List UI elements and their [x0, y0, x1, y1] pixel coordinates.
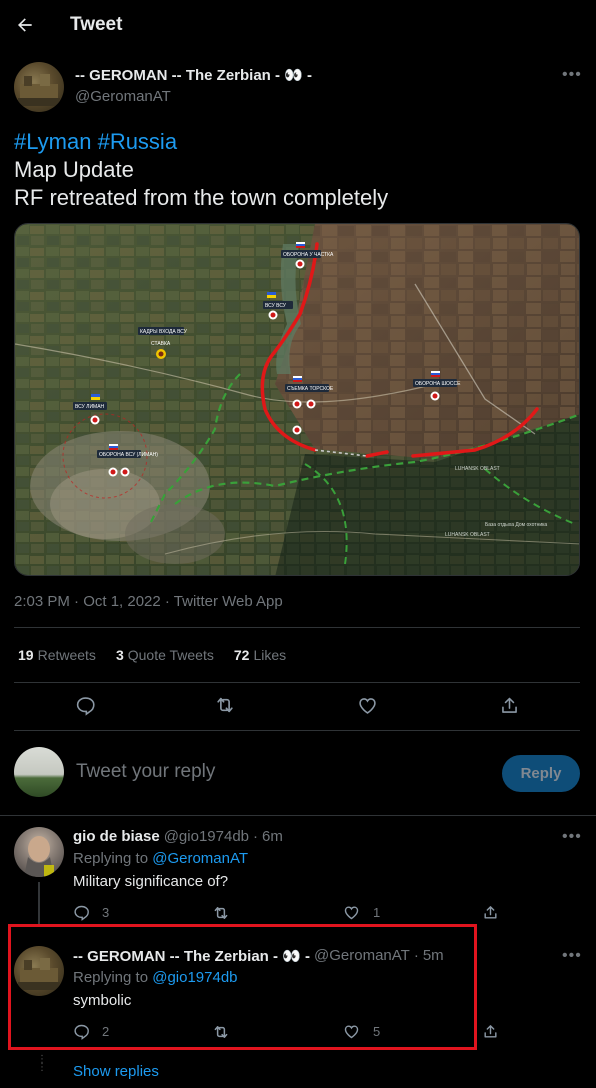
tweet-stats: 19 Retweets 3 Quote Tweets 72 Likes: [18, 647, 286, 663]
replying-prefix: Replying to: [73, 850, 149, 867]
eyes-emoji: 👀: [284, 67, 303, 84]
reply-time[interactable]: 6m: [262, 828, 283, 845]
thread-dots: ⋮ ⋮: [37, 1054, 47, 1073]
author-name[interactable]: -- GEROMAN -- The Zerbian - 👀 -: [75, 66, 312, 84]
share-icon: [484, 906, 497, 919]
retweets-stat[interactable]: 19 Retweets: [18, 647, 96, 663]
share-action[interactable]: [482, 904, 499, 926]
replying-to-line: Replying to @GeromanAT: [73, 850, 248, 867]
author-avatar[interactable]: [14, 62, 64, 112]
divider: [14, 682, 580, 683]
reply-action[interactable]: [72, 692, 98, 718]
reply-text: Military significance of?: [73, 873, 229, 890]
more-options-icon[interactable]: •••: [562, 947, 582, 965]
hashtag-lyman[interactable]: #Lyman: [14, 129, 91, 154]
page-title: Tweet: [70, 14, 123, 35]
current-user-avatar[interactable]: [14, 747, 64, 797]
reply-action[interactable]: 3: [73, 904, 109, 921]
share-icon: [501, 697, 517, 713]
reply-count: 3: [102, 905, 110, 920]
author-handle[interactable]: @GeromanAT: [75, 88, 171, 105]
reply-icon: [74, 905, 89, 921]
map-label-camera: СЪЕМКА ТОРСКОЕ: [287, 386, 334, 392]
reply-input[interactable]: Tweet your reply: [76, 761, 215, 783]
share-icon: [484, 1025, 497, 1038]
tweet-line-2: Map Update: [14, 157, 134, 182]
map-label-vsu: ВСУ ВСУ: [265, 303, 287, 309]
share-action[interactable]: [482, 1023, 499, 1045]
likes-stat[interactable]: 72 Likes: [234, 647, 286, 663]
reply-button[interactable]: Reply: [502, 755, 580, 792]
share-action[interactable]: [496, 692, 522, 718]
map-label-exit: КАДРЫ ВХОДА ВСУ: [140, 329, 188, 335]
divider: [0, 815, 596, 816]
retweet-action[interactable]: [212, 692, 238, 718]
reply-header: gio de biase @gio1974db · 6m: [73, 828, 283, 845]
highlight-annotation-box: [8, 924, 477, 1050]
tweet-map-image[interactable]: ОБОРОНА У ЧАСТКА КАДРЫ ВХОДА ВСУ СТАВКА …: [14, 223, 580, 576]
like-count: 1: [373, 905, 381, 920]
back-button[interactable]: [12, 10, 38, 40]
more-options-icon[interactable]: •••: [562, 828, 582, 846]
hashtag-russia[interactable]: #Russia: [98, 129, 177, 154]
header-bar: Tweet: [0, 0, 596, 52]
heart-icon: [358, 697, 376, 714]
arrow-left-icon: [18, 18, 32, 32]
map-label-luhansk-1: LUHANSK OBLAST: [455, 466, 500, 472]
show-replies-link[interactable]: Show replies: [73, 1063, 159, 1080]
map-label-stavka: СТАВКА: [151, 341, 171, 347]
reply-author-handle[interactable]: @gio1974db: [164, 828, 249, 845]
tweet-line-3: RF retreated from the town completely: [14, 185, 389, 210]
retweet-icon: [217, 697, 233, 713]
divider: [14, 627, 580, 628]
heart-icon: [344, 906, 359, 920]
map-label-defense-highway: ОБОРОНА ШОССЕ: [415, 381, 461, 387]
reply-icon: [76, 696, 95, 716]
more-options-icon[interactable]: •••: [562, 66, 582, 84]
reply-avatar[interactable]: [14, 827, 64, 877]
replying-to-handle[interactable]: @GeromanAT: [152, 850, 248, 867]
author-name-suffix: -: [307, 67, 313, 84]
like-action[interactable]: 1: [343, 904, 380, 921]
quote-tweets-stat[interactable]: 3 Quote Tweets: [116, 647, 214, 663]
divider: [14, 730, 580, 731]
map-label-defense-north: ОБОРОНА У ЧАСТКА: [283, 252, 334, 258]
map-label-defense-vsu: ОБОРОНА ВСУ (ЛИМАН): [99, 452, 158, 458]
retweet-icon: [214, 907, 228, 919]
like-action[interactable]: [354, 692, 380, 718]
separator: ·: [253, 828, 259, 845]
map-label-dacha: База отдыха Дом охотника: [485, 522, 547, 528]
map-label-vsu-lyman: ВСУ ЛИМАН: [75, 404, 105, 410]
thread-line: [38, 882, 40, 927]
reply-author-name[interactable]: gio de biase: [73, 828, 160, 845]
tweet-timestamp[interactable]: 2:03 PM · Oct 1, 2022 · Twitter Web App: [14, 593, 283, 610]
map-label-luhansk-2: LUHANSK OBLAST: [445, 532, 490, 538]
tweet-text: #Lyman #Russia Map Update RF retreated f…: [14, 128, 388, 212]
author-name-text: -- GEROMAN -- The Zerbian -: [75, 67, 280, 84]
